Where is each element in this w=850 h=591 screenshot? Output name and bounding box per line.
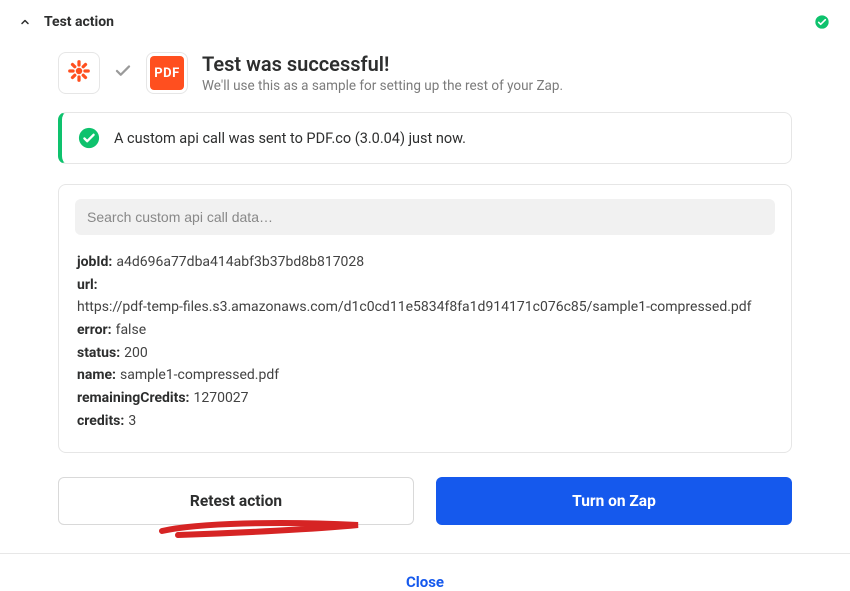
result-header: PDF Test was successful! We'll use this … bbox=[58, 52, 792, 94]
panel-content: PDF Test was successful! We'll use this … bbox=[0, 34, 850, 525]
zapier-icon bbox=[66, 58, 92, 88]
panel-title: Test action bbox=[44, 14, 114, 30]
field-row: remainingCredits: 1270027 bbox=[77, 387, 773, 410]
field-row: credits: 3 bbox=[77, 410, 773, 433]
field-value: a4d696a77dba414abf3b37bd8b817028 bbox=[116, 251, 364, 274]
field-key: jobId: bbox=[77, 251, 112, 274]
panel-footer: Close bbox=[0, 553, 850, 591]
result-data-card: jobId: a4d696a77dba414abf3b37bd8b817028 … bbox=[58, 184, 792, 453]
chevron-up-icon[interactable] bbox=[18, 15, 32, 29]
field-row: url: https://pdf-temp-files.s3.amazonaws… bbox=[77, 274, 773, 319]
turn-on-zap-button[interactable]: Turn on Zap bbox=[436, 477, 792, 525]
result-header-text: Test was successful! We'll use this as a… bbox=[202, 52, 563, 94]
success-check-icon bbox=[78, 127, 100, 149]
pdfco-icon: PDF bbox=[150, 56, 184, 90]
field-row: jobId: a4d696a77dba414abf3b37bd8b817028 bbox=[77, 251, 773, 274]
search-input[interactable] bbox=[75, 199, 775, 235]
panel-header: Test action bbox=[0, 0, 850, 34]
app-zapier-box bbox=[58, 52, 100, 94]
field-value: https://pdf-temp-files.s3.amazonaws.com/… bbox=[77, 296, 752, 319]
field-key: remainingCredits: bbox=[77, 387, 189, 410]
status-success-icon bbox=[814, 14, 830, 30]
result-heading: Test was successful! bbox=[202, 52, 563, 76]
app-pdfco-box: PDF bbox=[146, 52, 188, 94]
pdfco-icon-label: PDF bbox=[154, 66, 179, 81]
field-value: sample1-compressed.pdf bbox=[120, 364, 279, 387]
retest-action-button[interactable]: Retest action bbox=[58, 477, 414, 525]
field-value: 3 bbox=[128, 410, 136, 433]
field-value: false bbox=[116, 319, 147, 342]
check-icon bbox=[114, 62, 132, 84]
result-field-list: jobId: a4d696a77dba414abf3b37bd8b817028 … bbox=[75, 251, 775, 432]
field-value: 1270027 bbox=[193, 387, 248, 410]
field-key: credits: bbox=[77, 410, 124, 433]
field-key: error: bbox=[77, 319, 112, 342]
test-action-panel: Test action PDF Test was successful! We'… bbox=[0, 0, 850, 591]
action-buttons: Retest action Turn on Zap bbox=[58, 477, 792, 525]
field-row: name: sample1-compressed.pdf bbox=[77, 364, 773, 387]
field-row: status: 200 bbox=[77, 342, 773, 365]
result-subheading: We'll use this as a sample for setting u… bbox=[202, 78, 563, 94]
success-banner: A custom api call was sent to PDF.co (3.… bbox=[58, 112, 792, 164]
field-row: error: false bbox=[77, 319, 773, 342]
field-key: name: bbox=[77, 364, 116, 387]
field-key: url: bbox=[77, 274, 98, 297]
field-value: 200 bbox=[124, 342, 148, 365]
success-banner-message: A custom api call was sent to PDF.co (3.… bbox=[114, 130, 466, 147]
close-button[interactable]: Close bbox=[406, 573, 444, 591]
field-key: status: bbox=[77, 342, 120, 365]
